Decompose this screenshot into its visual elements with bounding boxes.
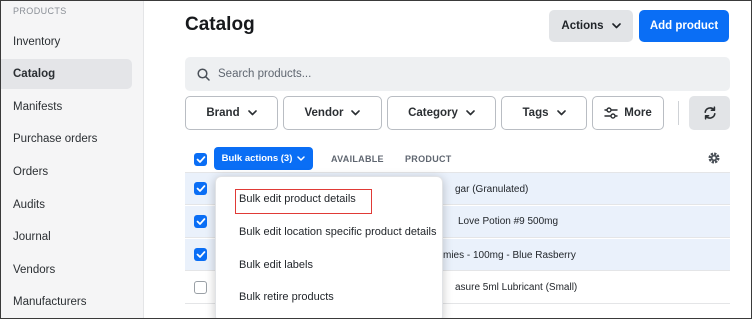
actions-button[interactable]: Actions [549,10,633,42]
menu-item-bulk-edit-product-details[interactable]: Bulk edit product details [239,193,356,205]
brand-filter-label: Brand [206,107,240,119]
refresh-button[interactable] [689,96,730,130]
bulk-actions-menu: Bulk edit product details Bulk edit loca… [215,176,443,318]
actions-button-label: Actions [561,20,604,32]
search-bar [185,57,730,91]
more-filters-label: More [624,107,652,119]
sidebar-item-manifests[interactable]: Manifests [1,92,132,122]
check-icon [196,251,205,258]
more-filters-button[interactable]: More [592,96,664,130]
product-name: asure 5ml Lubricant (Small) [455,282,578,293]
gear-icon [708,152,720,164]
chevron-down-icon [466,110,475,116]
sidebar-item-catalog[interactable]: Catalog [1,59,132,89]
add-product-button[interactable]: Add product [639,10,729,42]
sidebar-item-vendors[interactable]: Vendors [1,255,132,285]
category-filter[interactable]: Category [387,96,496,130]
check-icon [196,185,205,192]
menu-item-bulk-edit-labels[interactable]: Bulk edit labels [239,259,313,271]
page-title: Catalog [185,14,255,35]
check-icon [196,218,205,225]
vendor-filter-label: Vendor [304,107,344,119]
vendor-filter[interactable]: Vendor [283,96,382,130]
sidebar-item-orders[interactable]: Orders [1,157,132,187]
sidebar-item-inventory[interactable]: Inventory [1,27,132,57]
sidebar-item-audits[interactable]: Audits [1,190,132,220]
chevron-down-icon [351,110,361,116]
search-input[interactable] [218,68,698,80]
sidebar-item-manufacturers[interactable]: Manufacturers [1,287,132,317]
row-checkbox[interactable] [194,248,207,261]
table-settings-button[interactable] [707,151,721,170]
chevron-down-icon [247,110,257,116]
select-all-checkbox[interactable] [194,153,207,166]
row-checkbox[interactable] [194,281,207,294]
menu-item-bulk-retire-products[interactable]: Bulk retire products [239,291,334,303]
search-icon [197,67,210,81]
sidebar-item-purchase-orders[interactable]: Purchase orders [1,124,132,154]
menu-item-bulk-edit-location-details[interactable]: Bulk edit location specific product deta… [239,226,437,238]
sidebar-section-label: PRODUCTS [13,6,67,16]
product-name: Love Potion #9 500mg [458,216,559,227]
sliders-icon [604,107,618,119]
tags-filter[interactable]: Tags [501,96,587,130]
brand-filter[interactable]: Brand [185,96,278,130]
sidebar-item-journal[interactable]: Journal [1,222,132,252]
chevron-down-icon [556,110,566,116]
check-icon [196,156,205,163]
column-header-available[interactable]: AVAILABLE [331,154,384,164]
refresh-icon [703,106,716,120]
product-name: gar (Granulated) [455,184,529,195]
divider [678,101,679,125]
chevron-down-icon [297,156,306,161]
row-checkbox[interactable] [194,182,207,195]
tags-filter-label: Tags [522,107,549,119]
sidebar: PRODUCTS Inventory Catalog Manifests Pur… [1,1,144,318]
app-window: PRODUCTS Inventory Catalog Manifests Pur… [0,0,752,319]
column-header-product[interactable]: PRODUCT [405,154,452,164]
bulk-actions-button[interactable]: Bulk actions (3) [214,147,313,170]
row-checkbox[interactable] [194,215,207,228]
bulk-actions-label: Bulk actions (3) [221,153,293,164]
chevron-down-icon [611,23,621,29]
product-name: mies - 100mg - Blue Rasberry [443,250,576,261]
category-filter-label: Category [408,107,458,119]
